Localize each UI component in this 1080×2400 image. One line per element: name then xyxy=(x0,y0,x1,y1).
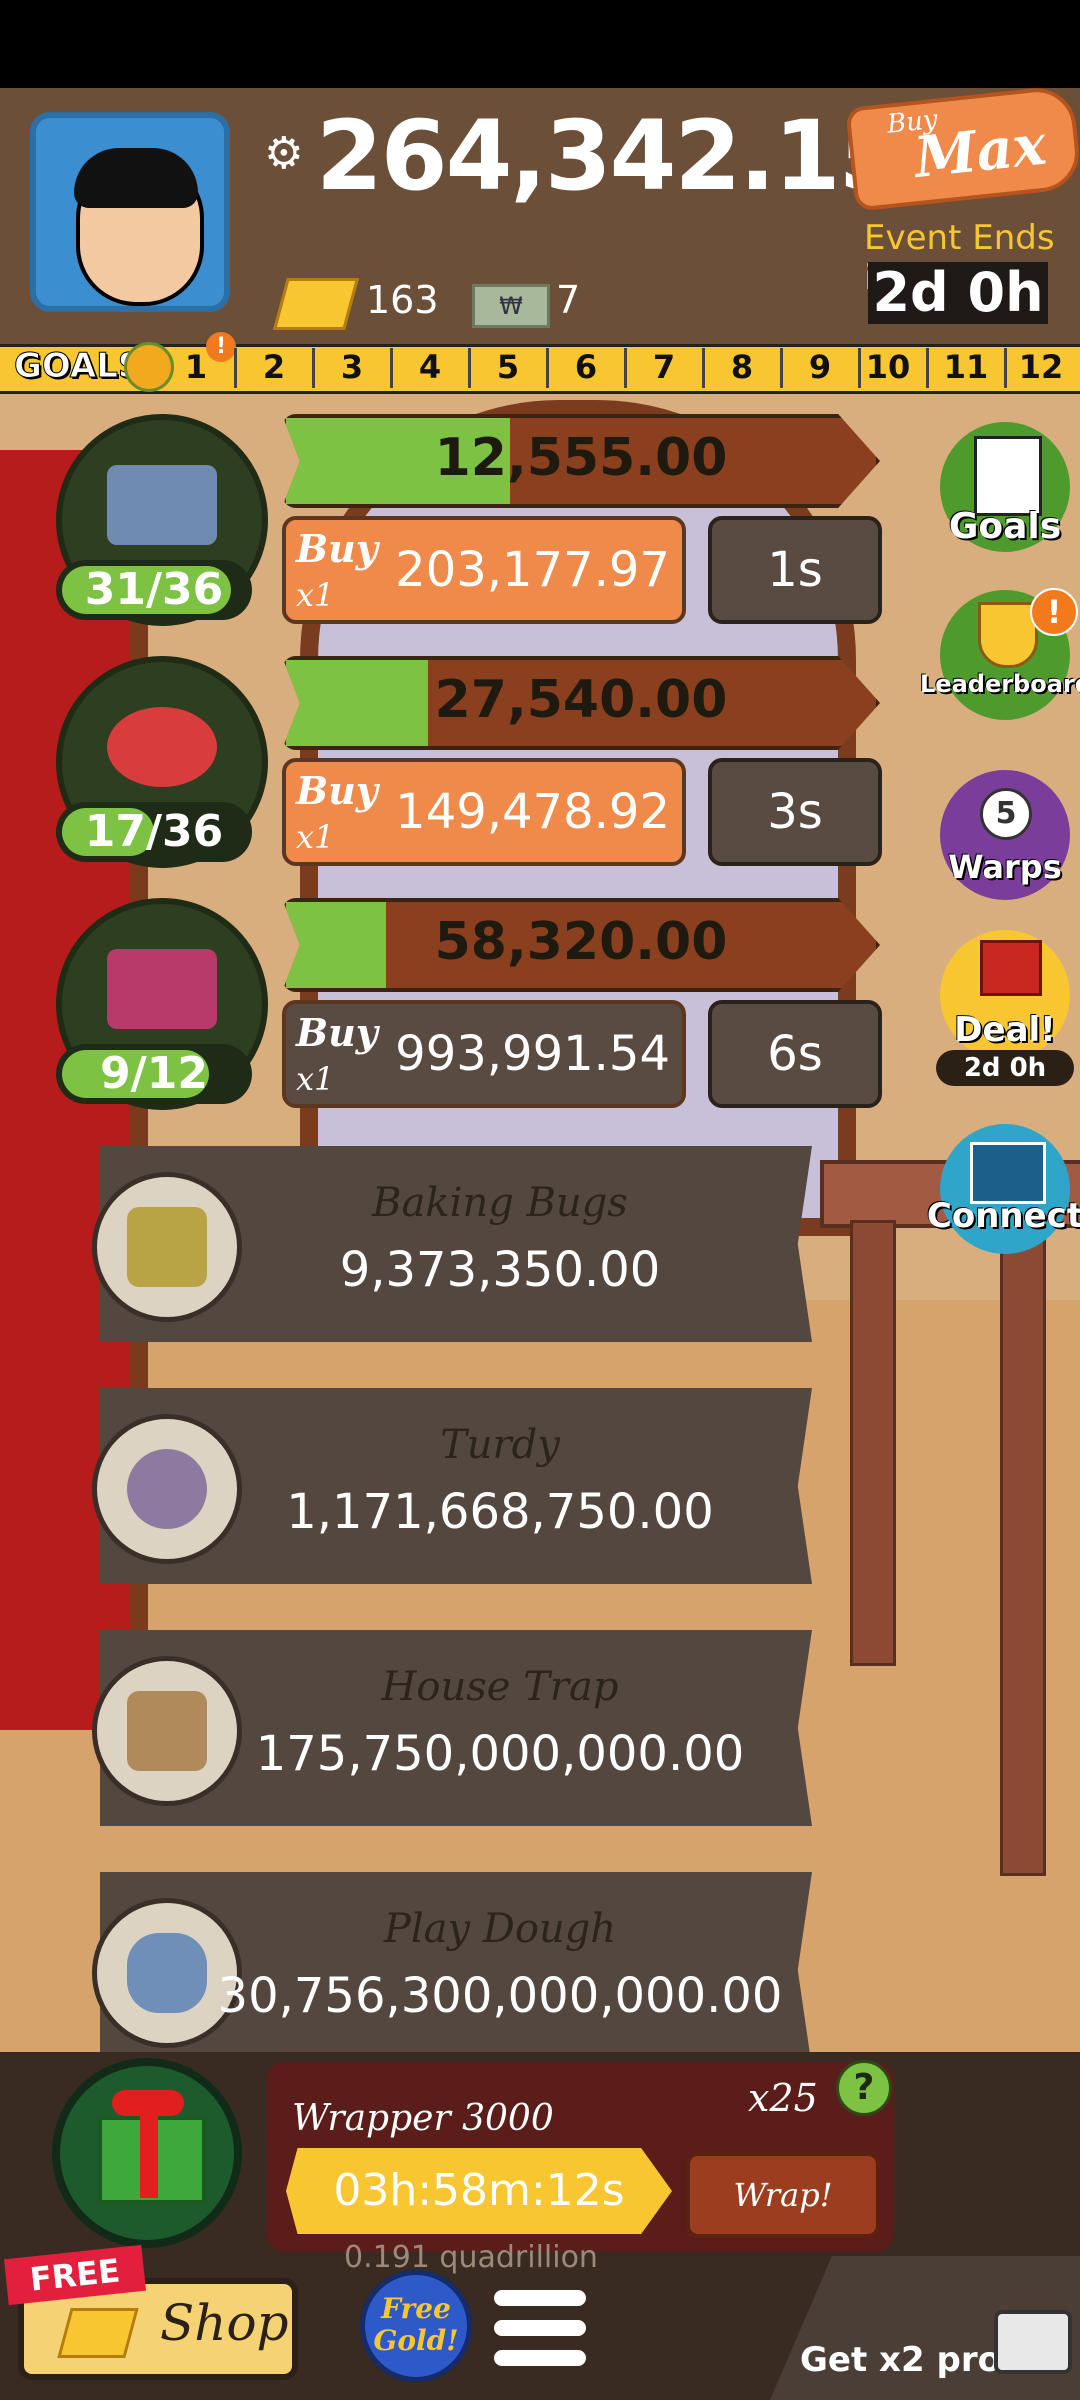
total-ticker: 0.191 quadrillion xyxy=(344,2240,598,2275)
trophy-icon xyxy=(978,602,1038,668)
warps-label: Warps xyxy=(948,848,1062,886)
locked-business-4-cost: 30,756,300,000,000.00 xyxy=(217,1968,783,2024)
megabucks-icon: ₩ xyxy=(472,284,550,328)
checklist-icon xyxy=(974,436,1042,516)
gift-bow xyxy=(112,2090,184,2116)
gold-icon xyxy=(273,278,359,330)
scene-table-leg xyxy=(1000,1220,1046,1876)
free-gold-button[interactable]: Free Gold! xyxy=(360,2270,472,2382)
deal-timer: 2d 0h xyxy=(936,1050,1074,1086)
goals-menu-label: Goals xyxy=(948,506,1062,547)
leaderboard-alert-badge: ! xyxy=(1030,588,1078,636)
shop-label: Shop xyxy=(160,2294,289,2352)
menu-line xyxy=(494,2350,586,2366)
stop-it-button-icon xyxy=(107,707,217,787)
locked-business-2-cost: 1,171,668,750.00 xyxy=(286,1484,714,1540)
hamburger-menu-icon[interactable] xyxy=(494,2290,586,2370)
locked-business-1-cost: 9,373,350.00 xyxy=(339,1242,661,1298)
locked-business-3-cost: 175,750,000,000.00 xyxy=(255,1726,745,1782)
business-1-owned: 31/36 xyxy=(56,560,252,620)
connect-label: Connect xyxy=(926,1196,1080,1236)
leaderboard-label: Leaderboard xyxy=(920,670,1080,698)
business-1-buy-button[interactable]: Buy x1 203,177.97 xyxy=(282,516,686,624)
business-2-timer: 3s xyxy=(708,758,882,866)
business-3-owned: 9/12 xyxy=(56,1044,252,1104)
wrap-timer: 03h:58m:12s xyxy=(286,2148,672,2234)
goal-number[interactable]: 10 xyxy=(850,348,929,388)
status-bar xyxy=(0,0,1080,88)
deal-label: Deal! xyxy=(954,1010,1056,1050)
gold-count: 163 xyxy=(366,278,439,322)
buy-multiplier: x1 xyxy=(296,818,335,856)
buy-label: Buy xyxy=(296,526,378,571)
business-3-revenue: 58,320.00 xyxy=(434,912,728,972)
goal-number[interactable]: 6 xyxy=(548,348,627,388)
locked-business-2-name: Turdy xyxy=(440,1422,560,1468)
tv-icon xyxy=(994,2310,1072,2374)
business-3-owned-label: 9/12 xyxy=(100,1048,208,1099)
wrap-button[interactable]: Wrap! xyxy=(686,2152,880,2238)
photos-icon xyxy=(970,1142,1046,1204)
business-1-timer: 1s xyxy=(708,516,882,624)
printer-icon xyxy=(107,949,217,1029)
delivery-kids-icon xyxy=(107,465,217,545)
locked-business-3-name: House Trap xyxy=(381,1664,619,1710)
locked-business-4-name: Play Dough xyxy=(383,1906,617,1952)
business-1-revenue: 12,555.00 xyxy=(434,428,728,488)
business-2-buy-button[interactable]: Buy x1 149,478.92 xyxy=(282,758,686,866)
goal-number[interactable]: 8 xyxy=(704,348,783,388)
business-3-timer: 6s xyxy=(708,1000,882,1108)
help-button[interactable]: ? xyxy=(836,2060,892,2116)
goal-number[interactable]: 12 xyxy=(1006,348,1076,388)
goal-number[interactable]: 4 xyxy=(392,348,471,388)
gift-icon xyxy=(980,940,1042,996)
money-total: 264,342.15 xyxy=(316,100,905,212)
gold-gem-icon xyxy=(57,2308,139,2358)
business-2-progress[interactable]: 27,540.00 xyxy=(282,656,880,750)
wrapper-multiplier: x25 xyxy=(748,2076,818,2120)
goal-number[interactable]: 2 xyxy=(236,348,315,388)
buy-multiplier: x1 xyxy=(296,576,335,614)
business-2-revenue: 27,540.00 xyxy=(434,670,728,730)
locked-business-1-name: Baking Bugs xyxy=(372,1180,628,1226)
free-gold-label-2: Gold! xyxy=(373,2324,459,2357)
goal-number[interactable]: 7 xyxy=(626,348,705,388)
scene-table-leg xyxy=(850,1220,896,1666)
business-3-progress[interactable]: 58,320.00 xyxy=(282,898,880,992)
avatar-hair xyxy=(74,148,198,208)
buy-price: 203,177.97 xyxy=(395,542,670,598)
business-1-progress[interactable]: 12,555.00 xyxy=(282,414,880,508)
megabucks-count: 7 xyxy=(556,278,581,322)
buy-price: 993,991.54 xyxy=(395,1026,670,1082)
buy-multiplier: x1 xyxy=(296,1060,335,1098)
buy-label: Buy xyxy=(296,768,378,813)
buy-label: Buy xyxy=(296,1010,378,1055)
goal-number[interactable]: 5 xyxy=(470,348,549,388)
gift-ribbon xyxy=(140,2102,158,2198)
event-timer: 2d 0h xyxy=(868,262,1048,324)
buy-max-main-label: Max xyxy=(911,111,1050,192)
business-3-buy-button[interactable]: Buy x1 993,991.54 xyxy=(282,1000,686,1108)
menu-line xyxy=(494,2290,586,2306)
business-2-owned: 17/36 xyxy=(56,802,252,862)
gift-button[interactable] xyxy=(52,2058,242,2248)
goal-number[interactable]: 11 xyxy=(928,348,1007,388)
menu-line xyxy=(494,2320,586,2336)
buy-price: 149,478.92 xyxy=(395,784,670,840)
money-icon: ⚙ xyxy=(264,128,304,179)
goal-number[interactable]: 3 xyxy=(314,348,393,388)
business-1-owned-label: 31/36 xyxy=(84,564,224,615)
player-avatar[interactable] xyxy=(30,112,230,312)
business-2-owned-label: 17/36 xyxy=(84,806,224,857)
wrapper-title: Wrapper 3000 xyxy=(292,2098,554,2139)
free-gold-label-1: Free xyxy=(381,2292,451,2325)
warps-count: 5 xyxy=(980,788,1032,840)
goal-number[interactable]: 1 xyxy=(158,348,237,388)
